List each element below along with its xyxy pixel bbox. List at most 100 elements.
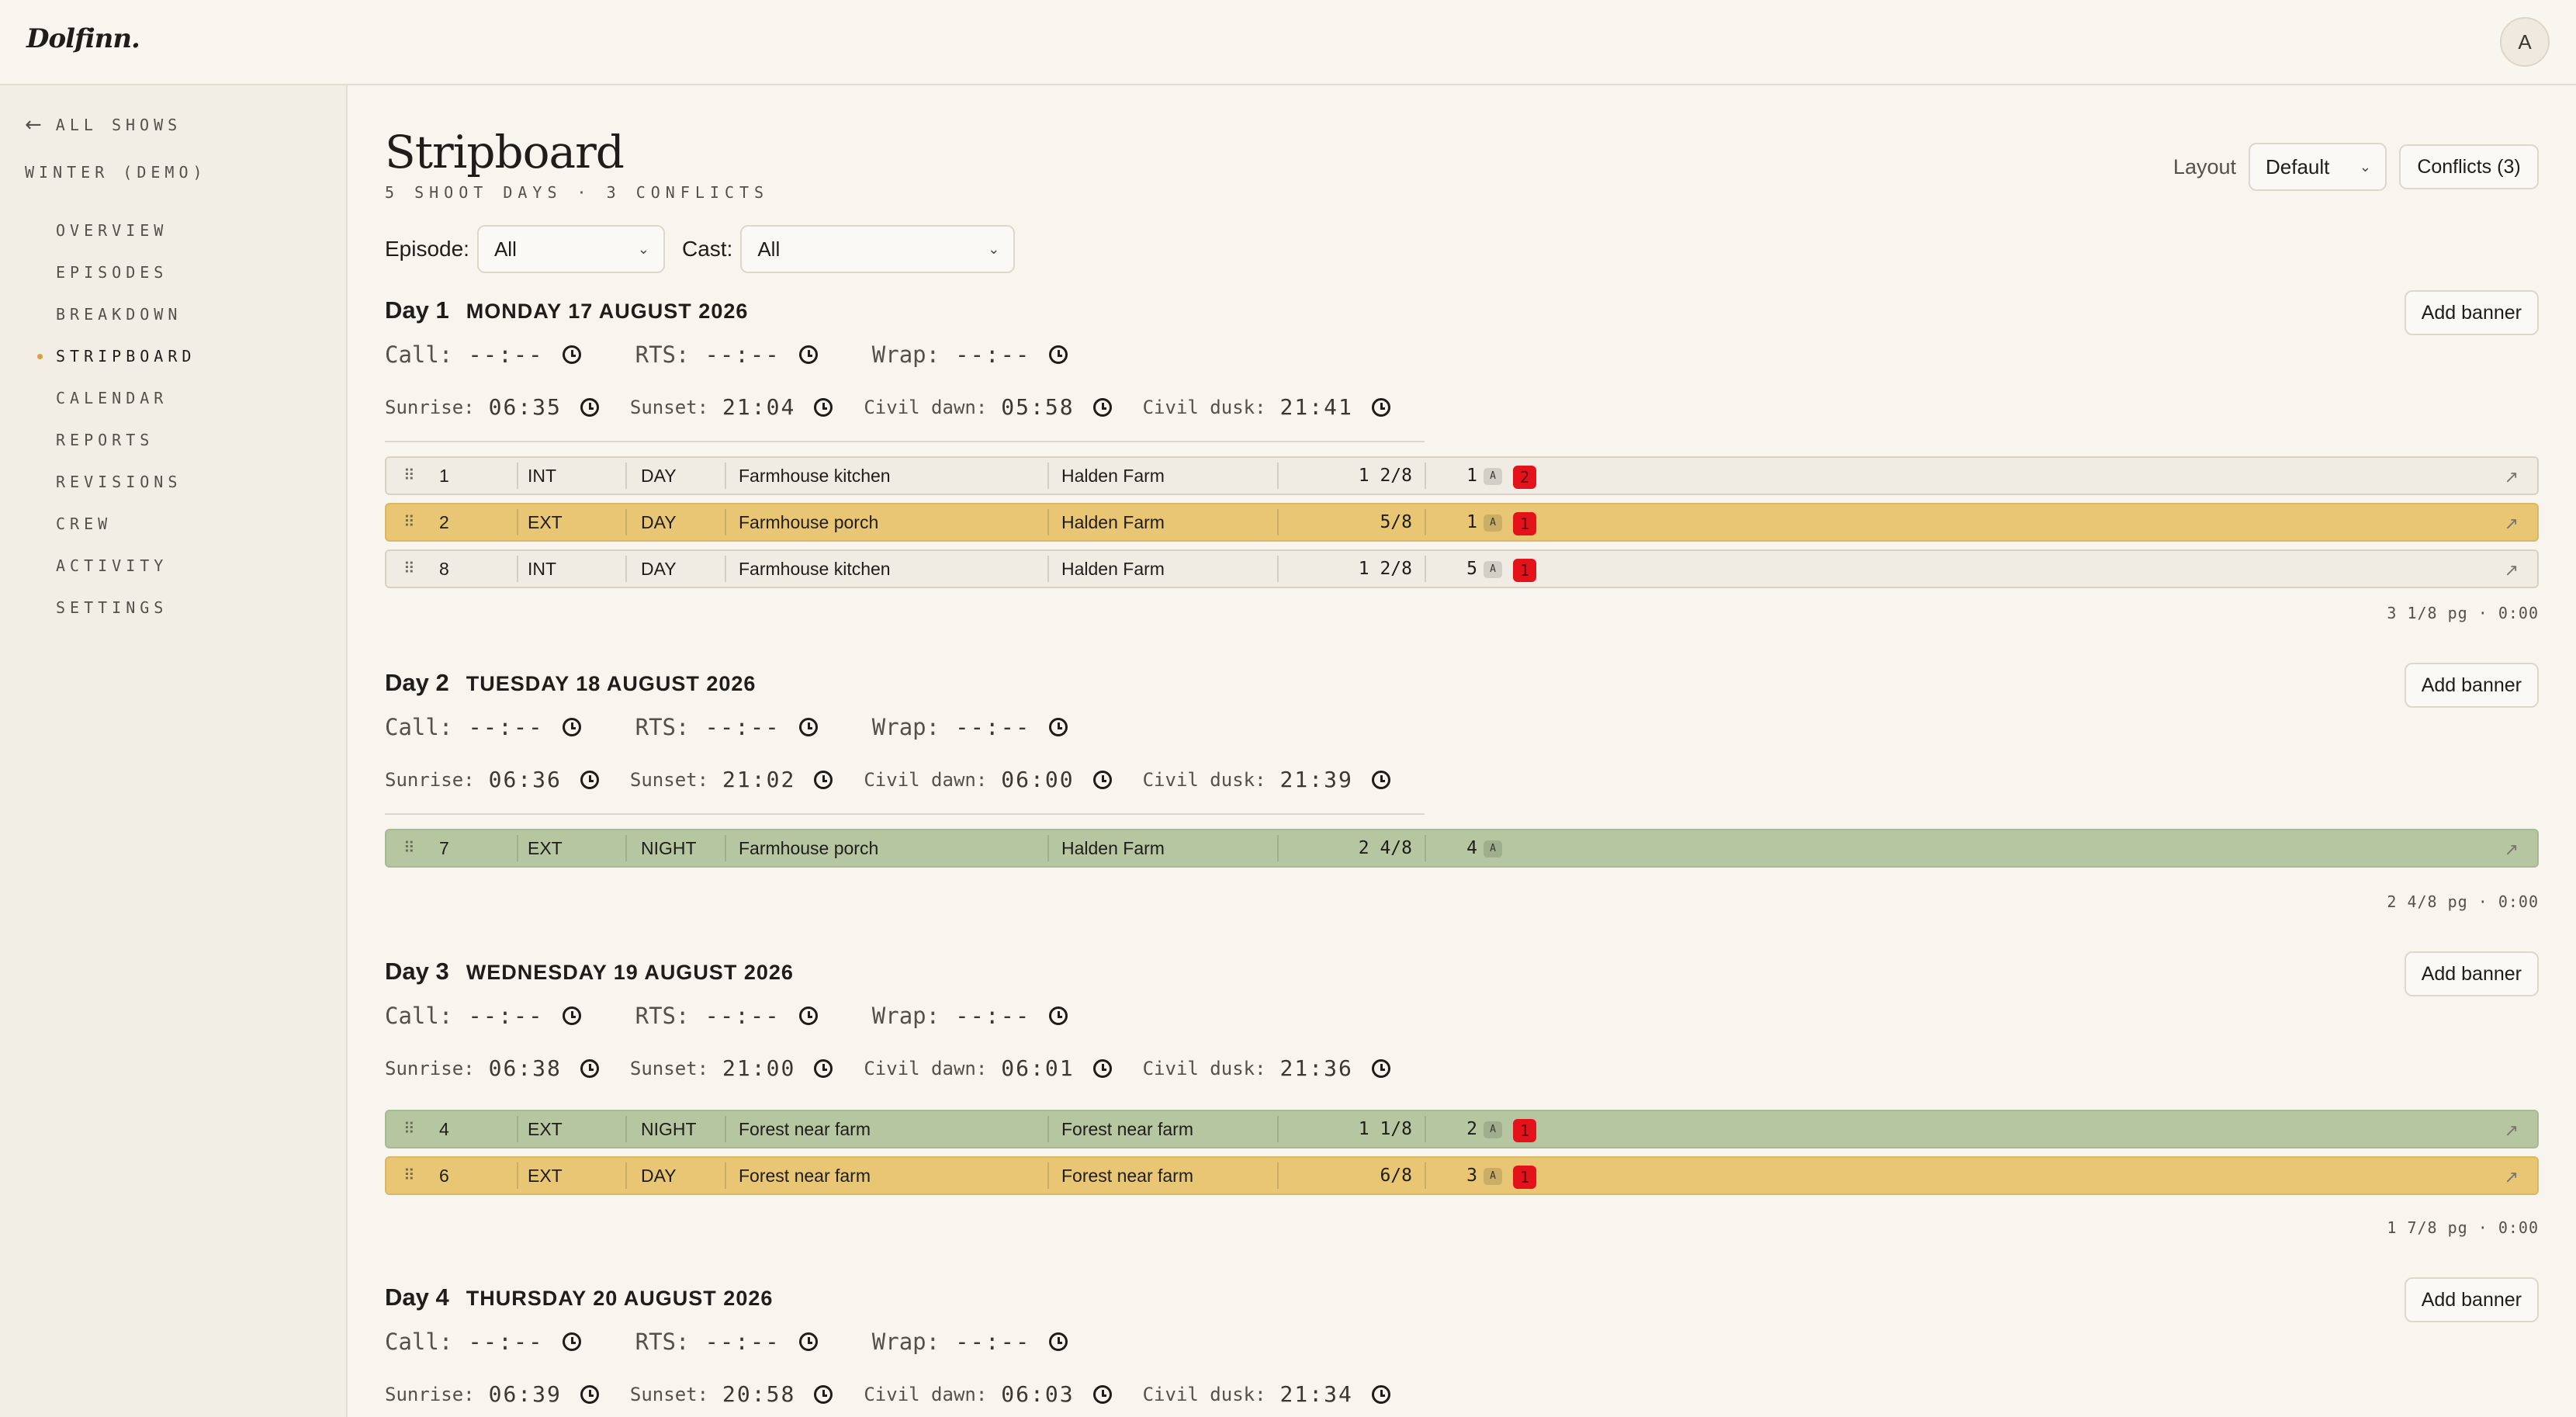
sidebar-item-crew[interactable]: CREW — [56, 503, 196, 545]
clock-icon[interactable] — [1049, 1332, 1068, 1351]
clock-icon — [1371, 1058, 1390, 1078]
conflicts-button[interactable]: Conflicts (3) — [2399, 144, 2539, 189]
call-label: Call: — [385, 714, 453, 740]
day-header: Day 1 MONDAY 17 AUGUST 2026 — [385, 296, 748, 324]
location-name: Halden Farm — [1061, 838, 1165, 858]
clock-icon[interactable] — [798, 718, 818, 736]
rts-time-input[interactable]: --:-- — [705, 1329, 780, 1355]
scene-strip[interactable]: ⠿ 6 EXT DAY Forest near farm Forest near… — [385, 1156, 2539, 1195]
day-times: Call: --:-- RTS: --:-- Wrap: --:-- — [385, 1003, 1122, 1029]
drag-handle-icon[interactable]: ⠿ — [403, 830, 415, 866]
all-shows-link[interactable]: ← ALL SHOWS — [25, 113, 182, 137]
conflict-badge[interactable]: 2 — [1513, 466, 1536, 489]
wrap-time-input[interactable]: --:-- — [955, 1003, 1030, 1029]
layout-label: Layout — [2173, 154, 2236, 178]
call-time-input[interactable]: --:-- — [468, 714, 543, 740]
civil-dawn-label: Civil dawn: — [864, 1057, 988, 1079]
scene-strip[interactable]: ⠿ 2 EXT DAY Farmhouse porch Halden Farm … — [385, 503, 2539, 542]
sunrise-label: Sunrise: — [385, 1383, 475, 1405]
cast-count: 3 — [1466, 1166, 1477, 1186]
add-banner-button[interactable]: Add banner — [2404, 1277, 2539, 1322]
wrap-time-input[interactable]: --:-- — [955, 341, 1030, 368]
conflict-badge[interactable]: 1 — [1513, 1119, 1536, 1142]
user-avatar[interactable]: A — [2500, 17, 2550, 67]
cast-count: 5 — [1466, 559, 1477, 579]
clock-icon[interactable] — [562, 1332, 581, 1351]
clock-icon[interactable] — [562, 718, 581, 736]
drag-handle-icon[interactable]: ⠿ — [403, 1111, 415, 1147]
int-ext: EXT — [528, 838, 563, 858]
sunset-value: 20:58 — [722, 1381, 796, 1407]
clock-icon[interactable] — [1049, 345, 1068, 364]
set-name: Farmhouse porch — [739, 512, 879, 532]
location-name: Forest near farm — [1061, 1166, 1193, 1186]
clock-icon[interactable] — [798, 1332, 818, 1351]
sidebar-item-revisions[interactable]: REVISIONS — [56, 461, 196, 503]
sidebar-item-activity[interactable]: ACTIVITY — [56, 545, 196, 587]
scene-strip[interactable]: ⠿ 1 INT DAY Farmhouse kitchen Halden Far… — [385, 456, 2539, 495]
app-logo[interactable]: Dolfinn. — [26, 23, 140, 54]
clock-icon[interactable] — [1049, 718, 1068, 736]
cast-filter-label: Cast: — [681, 237, 733, 261]
open-scene-icon[interactable]: ↗ — [2505, 467, 2519, 487]
scene-strip[interactable]: ⠿ 4 EXT NIGHT Forest near farm Forest ne… — [385, 1110, 2539, 1148]
civil-dusk-value: 21:34 — [1279, 1381, 1353, 1407]
sidebar-item-calendar[interactable]: CALENDAR — [56, 377, 196, 419]
conflict-badge[interactable]: 1 — [1513, 1166, 1536, 1189]
scene-number: 8 — [439, 559, 449, 579]
call-time-input[interactable]: --:-- — [468, 1329, 543, 1355]
day-number: Day 4 — [385, 1284, 449, 1311]
strip-list: ⠿ 4 EXT NIGHT Forest near farm Forest ne… — [385, 1110, 2539, 1203]
rts-label: RTS: — [635, 1003, 690, 1029]
episode-filter-select[interactable]: All ⌄ — [476, 225, 665, 273]
wrap-time-input[interactable]: --:-- — [955, 714, 1030, 740]
rts-time-input[interactable]: --:-- — [705, 1003, 780, 1029]
top-bar: Dolfinn. A — [0, 0, 2576, 85]
open-scene-icon[interactable]: ↗ — [2505, 1121, 2519, 1141]
add-banner-button[interactable]: Add banner — [2404, 290, 2539, 335]
add-banner-button[interactable]: Add banner — [2404, 951, 2539, 996]
sidebar-item-settings[interactable]: SETTINGS — [56, 587, 196, 629]
drag-handle-icon[interactable]: ⠿ — [403, 551, 415, 587]
clock-icon[interactable] — [562, 1006, 581, 1025]
open-scene-icon[interactable]: ↗ — [2505, 514, 2519, 534]
drag-handle-icon[interactable]: ⠿ — [403, 458, 415, 494]
open-scene-icon[interactable]: ↗ — [2505, 1167, 2519, 1187]
call-time-input[interactable]: --:-- — [468, 1003, 543, 1029]
day-night: DAY — [641, 512, 677, 532]
layout-select[interactable]: Default ⌄ — [2249, 143, 2387, 191]
sidebar-item-episodes[interactable]: EPISODES — [56, 251, 196, 293]
call-label: Call: — [385, 1329, 453, 1355]
rts-time-input[interactable]: --:-- — [705, 341, 780, 368]
call-time-input[interactable]: --:-- — [468, 341, 543, 368]
add-banner-button[interactable]: Add banner — [2404, 663, 2539, 708]
day-date: THURSDAY 20 AUGUST 2026 — [466, 1287, 774, 1310]
clock-icon[interactable] — [1049, 1006, 1068, 1025]
sidebar-item-stripboard[interactable]: STRIPBOARD — [37, 335, 196, 377]
day-night: NIGHT — [641, 1119, 697, 1139]
clock-icon[interactable] — [798, 1006, 818, 1025]
clock-icon[interactable] — [798, 345, 818, 364]
conflict-badge[interactable]: 1 — [1513, 559, 1536, 582]
rts-time-input[interactable]: --:-- — [705, 714, 780, 740]
sunset-value: 21:00 — [722, 1055, 796, 1081]
open-scene-icon[interactable]: ↗ — [2505, 840, 2519, 860]
drag-handle-icon[interactable]: ⠿ — [403, 504, 415, 540]
civil-dusk-value: 21:39 — [1279, 767, 1353, 792]
open-scene-icon[interactable]: ↗ — [2505, 560, 2519, 580]
clock-icon — [1092, 770, 1112, 789]
sidebar-item-overview[interactable]: OVERVIEW — [56, 210, 196, 251]
page-title: Stripboard — [385, 126, 625, 178]
day-date: WEDNESDAY 19 AUGUST 2026 — [466, 961, 794, 984]
wrap-time-input[interactable]: --:-- — [955, 1329, 1030, 1355]
scene-strip[interactable]: ⠿ 8 INT DAY Farmhouse kitchen Halden Far… — [385, 549, 2539, 588]
scene-strip[interactable]: ⠿ 7 EXT NIGHT Farmhouse porch Halden Far… — [385, 829, 2539, 868]
clock-icon[interactable] — [562, 345, 581, 364]
drag-handle-icon[interactable]: ⠿ — [403, 1158, 415, 1194]
sidebar-item-reports[interactable]: REPORTS — [56, 419, 196, 461]
day-times: Call: --:-- RTS: --:-- Wrap: --:-- — [385, 341, 1122, 368]
cast-filter-select[interactable]: All ⌄ — [740, 225, 1016, 273]
conflict-badge[interactable]: 1 — [1513, 512, 1536, 535]
sidebar-item-breakdown[interactable]: BREAKDOWN — [56, 293, 196, 335]
sunset-value: 21:02 — [722, 767, 796, 792]
